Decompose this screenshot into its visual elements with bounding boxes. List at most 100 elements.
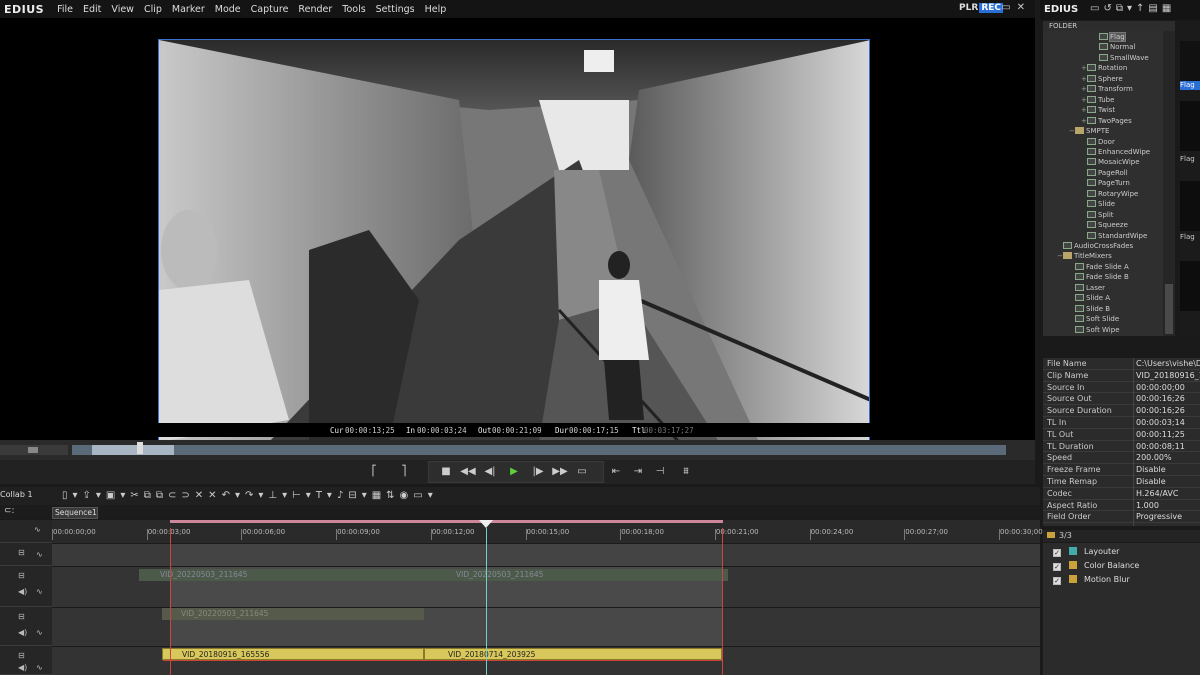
effect-item[interactable]: ✓ Layouter <box>1053 545 1119 558</box>
track-wave-icon[interactable]: ∿ <box>36 550 43 559</box>
fast-forward-icon[interactable]: ▶▶ <box>552 464 568 480</box>
tree-item[interactable]: RotaryWipe <box>1081 189 1138 199</box>
rewind-icon[interactable]: ◀◀ <box>460 464 476 480</box>
sequence-tab[interactable]: Sequence1 <box>52 507 98 519</box>
sequence-icon[interactable]: ⊂: <box>4 506 15 516</box>
track-video-icon[interactable]: ⊟ <box>18 612 25 621</box>
timeline-clip[interactable]: VID_20220503_211645 <box>162 608 424 620</box>
rec-label[interactable]: REC <box>979 3 1003 13</box>
timeline-tool-icons[interactable]: ▯▾⇪▾▣▾✂⧉⧉⊂⊃✕✕↶▾↷▾⊥▾⊢▾T▾♪⊟▾▦⇅◉▭▾ <box>62 490 438 501</box>
menu-marker[interactable]: Marker <box>167 4 210 15</box>
track-2[interactable]: VID_20220503_211645 VID_20220503_211645 <box>52 567 1040 607</box>
tree-item[interactable]: EnhancedWipe <box>1081 147 1150 157</box>
menu-mode[interactable]: Mode <box>210 4 246 15</box>
effect-checkbox[interactable]: ✓ <box>1053 563 1061 571</box>
thumbnail-label[interactable]: Flag <box>1180 81 1200 90</box>
menu-view[interactable]: View <box>106 4 139 15</box>
tree-item[interactable]: PageTurn <box>1081 178 1130 188</box>
tree-item[interactable]: − TitleMixers <box>1057 251 1112 261</box>
time-ruler[interactable]: 00:00:00;0000:00:03;0000:00:06;0000:00:0… <box>52 520 1043 543</box>
menu-help[interactable]: Help <box>420 4 452 15</box>
track-wave-icon[interactable]: ∿ <box>36 663 43 672</box>
tree-item[interactable]: + Transform <box>1081 84 1133 94</box>
window-controls[interactable]: ▭✕ <box>1001 2 1031 13</box>
thumbnail-image[interactable] <box>1180 261 1200 311</box>
menu-file[interactable]: File <box>52 4 78 15</box>
speaker-icon[interactable]: ◀) <box>18 587 27 596</box>
tree-item[interactable]: Laser <box>1069 283 1105 293</box>
effect-checkbox[interactable]: ✓ <box>1053 577 1061 585</box>
tree-item[interactable]: + Tube <box>1081 95 1114 105</box>
track-video-icon[interactable]: ⊟ <box>18 571 25 580</box>
track-4[interactable]: VID_20180916_165556 VID_20180714_203925 <box>52 647 1040 675</box>
position-bar[interactable] <box>72 445 1006 455</box>
menu-capture[interactable]: Capture <box>246 4 294 15</box>
track-3[interactable]: VID_20220503_211645 <box>52 608 1040 646</box>
tree-item[interactable]: StandardWipe <box>1081 231 1147 241</box>
insert-icon[interactable]: ⇤ <box>608 464 624 480</box>
tree-item[interactable]: Fade Slide B <box>1069 272 1129 282</box>
tree-item[interactable]: SmallWave <box>1093 53 1149 63</box>
effect-item[interactable]: ✓ Color Balance <box>1053 559 1139 572</box>
bin-tool-icons[interactable]: ▭↺⧉▾↑▤▦ <box>1090 3 1175 14</box>
tree-item[interactable]: PageRoll <box>1081 168 1128 178</box>
menu-settings[interactable]: Settings <box>371 4 420 15</box>
tree-item[interactable]: Normal <box>1093 42 1135 52</box>
loop-icon[interactable]: ▭ <box>574 464 590 480</box>
tree-scrollbar[interactable] <box>1163 31 1175 336</box>
tree-item[interactable]: + Twist <box>1081 105 1115 115</box>
shuttle-slider[interactable] <box>0 445 68 455</box>
track-1[interactable] <box>52 544 1040 566</box>
tree-item[interactable]: Door <box>1081 137 1115 147</box>
set-out-icon[interactable]: ⎤ <box>396 464 412 480</box>
mark-icon[interactable]: ⩩ <box>678 464 694 480</box>
track-wave-icon[interactable]: ∿ <box>36 587 43 596</box>
effect-item[interactable]: ✓ Motion Blur <box>1053 573 1130 586</box>
tree-item[interactable]: + Sphere <box>1081 74 1123 84</box>
timeline-playhead[interactable] <box>486 528 487 675</box>
tree-item[interactable]: + TwoPages <box>1081 116 1132 126</box>
thumbnail-image[interactable] <box>1180 101 1200 151</box>
tree-item[interactable]: Fade Slide A <box>1069 262 1129 272</box>
tree-item[interactable]: − SMPTE <box>1069 126 1109 136</box>
thumbnail-image[interactable] <box>1180 181 1200 231</box>
tree-item[interactable]: Soft Slide <box>1069 314 1119 324</box>
track-video-icon[interactable]: ⊟ <box>18 548 25 557</box>
replace-icon[interactable]: ⊣ <box>652 464 668 480</box>
timeline-clip[interactable]: VID_20180916_165556 <box>162 648 424 660</box>
tree-item[interactable]: Slide A <box>1069 293 1110 303</box>
thumbnail-label[interactable]: Flag <box>1180 155 1195 163</box>
timeline-clip[interactable]: VID_20180714_203925 <box>424 648 722 660</box>
set-in-icon[interactable]: ⎡ <box>366 464 382 480</box>
menu-tools[interactable]: Tools <box>337 4 370 15</box>
tree-item[interactable]: + Rotation <box>1081 63 1127 73</box>
tree-item[interactable]: Split <box>1081 210 1114 220</box>
tree-item[interactable]: Squeeze <box>1081 220 1128 230</box>
playhead-handle[interactable] <box>137 442 143 454</box>
menu-clip[interactable]: Clip <box>139 4 167 15</box>
playhead-marker-icon[interactable] <box>479 520 493 528</box>
menu-edit[interactable]: Edit <box>78 4 106 15</box>
track-wave-icon[interactable]: ∿ <box>36 628 43 637</box>
plr-rec-toggle[interactable]: PLR REC <box>959 3 1003 13</box>
mode-label[interactable]: Collab 1 <box>0 490 33 499</box>
effect-checkbox[interactable]: ✓ <box>1053 549 1061 557</box>
tree-item[interactable]: Slide B <box>1069 304 1110 314</box>
tree-item[interactable]: Slide <box>1081 199 1115 209</box>
thumbnail-image[interactable] <box>1180 41 1200 81</box>
tree-item[interactable]: AudioCrossFades <box>1057 241 1133 251</box>
play-icon[interactable]: ▶ <box>506 464 522 480</box>
speaker-icon[interactable]: ◀) <box>18 663 27 672</box>
tree-item[interactable]: Soft Wipe <box>1069 325 1120 335</box>
step-back-icon[interactable]: ◀| <box>482 464 498 480</box>
tree-item[interactable]: MosaicWipe <box>1081 157 1140 167</box>
thumbnail-label[interactable]: Flag <box>1180 233 1195 241</box>
track-video-icon[interactable]: ⊟ <box>18 651 25 660</box>
timeline-clip[interactable]: VID_20220503_211645 <box>417 569 728 581</box>
tree-item[interactable]: Flag <box>1093 32 1126 42</box>
step-forward-icon[interactable]: |▶ <box>530 464 546 480</box>
timeline-clip[interactable]: VID_20220503_211645 <box>139 569 417 581</box>
plr-label[interactable]: PLR <box>959 3 978 13</box>
overwrite-icon[interactable]: ⇥ <box>630 464 646 480</box>
menu-render[interactable]: Render <box>293 4 337 15</box>
